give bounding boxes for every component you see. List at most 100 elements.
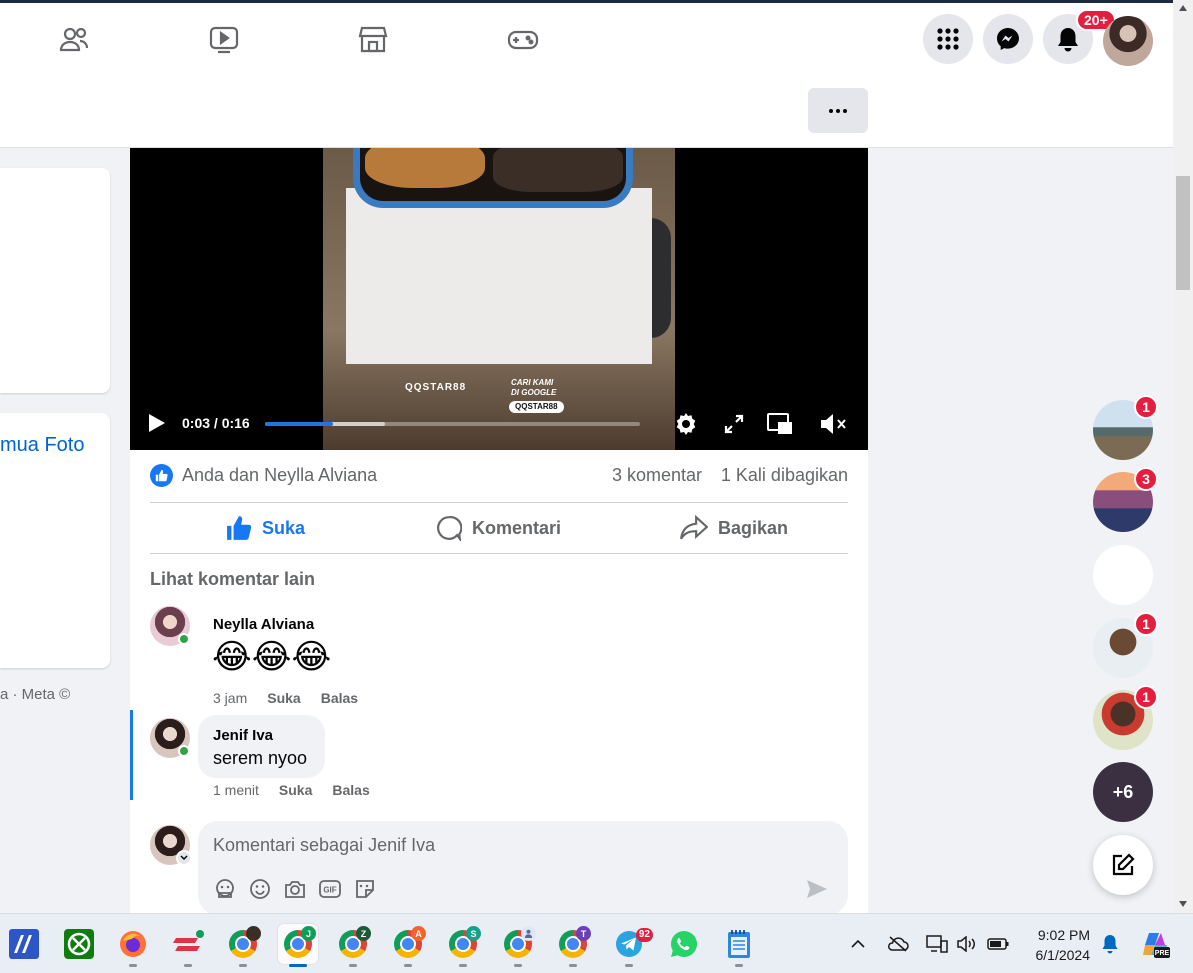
see-all-photos-link[interactable]: mua Foto bbox=[0, 434, 84, 457]
comment-composer[interactable]: Komentari sebagai Jenif Iva GIF bbox=[198, 821, 848, 915]
chrome-profile-avatar bbox=[246, 926, 261, 941]
bell-icon bbox=[1058, 28, 1078, 52]
video-player[interactable]: QQSTAR88 CARI KAMI DI GOOGLE QQSTAR88 0:0… bbox=[130, 148, 868, 450]
more-chats-button[interactable]: +6 bbox=[1093, 762, 1153, 822]
comment-text: serem nyoo bbox=[213, 748, 308, 768]
camera-icon[interactable] bbox=[283, 877, 307, 901]
video-scene-food bbox=[365, 148, 485, 188]
taskbar-app-chrome-guest[interactable] bbox=[498, 924, 538, 967]
fullscreen-button[interactable] bbox=[720, 410, 748, 438]
running-indicator bbox=[735, 964, 743, 967]
video-progress-bar[interactable] bbox=[265, 422, 640, 426]
active-thread-indicator bbox=[130, 710, 133, 800]
system-clock[interactable]: 9:02 PM 6/1/2024 bbox=[1026, 925, 1091, 965]
comment-input-placeholder[interactable]: Komentari sebagai Jenif Iva bbox=[213, 835, 435, 856]
taskbar-app-telegram[interactable]: 92 bbox=[609, 924, 653, 967]
more-dot-icon bbox=[836, 108, 840, 113]
chat-head[interactable] bbox=[1093, 545, 1153, 605]
notification-center-button[interactable] bbox=[1098, 934, 1122, 954]
play-button[interactable] bbox=[148, 412, 168, 434]
gif-icon[interactable]: GIF bbox=[318, 877, 342, 901]
gaming-icon[interactable] bbox=[507, 23, 539, 55]
commenter-name[interactable]: Jenif Iva bbox=[213, 727, 273, 744]
taskbar-app-chrome-t[interactable]: T bbox=[553, 924, 593, 967]
onedrive-tray-icon[interactable] bbox=[886, 934, 910, 954]
comment-like-button[interactable]: Suka bbox=[279, 782, 312, 798]
like-reaction-icon[interactable] bbox=[150, 464, 173, 487]
clock-time: 9:02 PM bbox=[1037, 927, 1090, 943]
telegram-unread-badge: 92 bbox=[635, 928, 653, 942]
chrome-profile-badge: Z bbox=[356, 926, 371, 941]
taskbar-app-chrome-j[interactable]: J bbox=[278, 924, 318, 967]
play-icon bbox=[149, 414, 165, 432]
comment-reply-button[interactable]: Balas bbox=[321, 690, 358, 706]
network-icon bbox=[926, 935, 948, 953]
comment-time[interactable]: 1 menit bbox=[213, 782, 259, 798]
taskbar-app-chrome[interactable] bbox=[223, 924, 263, 967]
comment-time[interactable]: 3 jam bbox=[213, 690, 247, 706]
svg-text:GIF: GIF bbox=[323, 886, 336, 895]
share-count[interactable]: 1 Kali dibagikan bbox=[721, 465, 848, 486]
emoji-icon[interactable] bbox=[248, 877, 272, 901]
chrome-profile-badge: T bbox=[576, 926, 591, 941]
avatar-sticker-icon[interactable] bbox=[213, 877, 237, 901]
copilot-button[interactable]: PRE bbox=[1140, 929, 1170, 959]
view-more-comments-link[interactable]: Lihat komentar lain bbox=[150, 569, 315, 590]
taskbar-app-express[interactable] bbox=[168, 924, 208, 967]
taskbar-app-notepad[interactable] bbox=[719, 924, 759, 967]
new-message-button[interactable] bbox=[1093, 835, 1153, 895]
chrome-profile-badge: A bbox=[411, 926, 426, 941]
video-promo-text: CARI KAMI DI GOOGLE bbox=[511, 378, 557, 397]
show-hidden-icons-button[interactable] bbox=[846, 934, 870, 954]
scroll-down-icon[interactable] bbox=[1178, 900, 1188, 908]
comment-like-button[interactable]: Suka bbox=[267, 690, 300, 706]
taskbar-app-maestro[interactable] bbox=[4, 924, 44, 964]
cloud-offline-icon bbox=[888, 936, 909, 952]
share-button[interactable]: Bagikan bbox=[680, 503, 788, 553]
taskbar-app-chrome-z[interactable]: Z bbox=[333, 924, 373, 967]
xbox-app-icon bbox=[64, 929, 94, 959]
messenger-button[interactable] bbox=[983, 14, 1033, 64]
menu-grid-button[interactable] bbox=[923, 14, 973, 64]
chrome-profile-avatar bbox=[521, 926, 536, 941]
scrollbar-thumb[interactable] bbox=[1176, 176, 1190, 290]
volume-tray-icon[interactable] bbox=[954, 934, 978, 954]
settings-button[interactable] bbox=[672, 410, 700, 438]
share-arrow-icon bbox=[680, 515, 708, 540]
mute-button[interactable] bbox=[819, 410, 847, 438]
copilot-icon: PRE bbox=[1143, 933, 1170, 958]
running-indicator bbox=[459, 964, 467, 967]
account-avatar[interactable] bbox=[1103, 16, 1153, 66]
send-icon[interactable] bbox=[805, 877, 829, 901]
like-button[interactable]: Suka bbox=[226, 503, 305, 553]
running-indicator bbox=[129, 964, 137, 967]
reaction-names[interactable]: Anda dan Neylla Alviana bbox=[182, 465, 377, 486]
share-label: Bagikan bbox=[718, 517, 789, 538]
friends-icon[interactable] bbox=[58, 23, 90, 55]
comment-count[interactable]: 3 komentar bbox=[612, 465, 702, 486]
profile-switch-button[interactable] bbox=[176, 850, 192, 866]
comment-reply-button[interactable]: Balas bbox=[332, 782, 369, 798]
page-scrollbar[interactable] bbox=[1173, 0, 1193, 913]
taskbar-app-firefox[interactable] bbox=[113, 924, 153, 967]
miniplayer-button[interactable] bbox=[766, 410, 794, 438]
video-scene-paper bbox=[346, 188, 652, 364]
commenter-name[interactable]: Neylla Alviana bbox=[213, 616, 314, 633]
watch-icon[interactable] bbox=[208, 23, 240, 55]
taskbar-app-chrome-s[interactable]: S bbox=[443, 924, 483, 967]
chrome-profile-badge: S bbox=[466, 926, 481, 941]
sticker-icon[interactable] bbox=[353, 877, 377, 901]
taskbar-app-chrome-a[interactable]: A bbox=[388, 924, 428, 967]
taskbar-app-xbox[interactable] bbox=[59, 924, 99, 964]
battery-tray-icon[interactable] bbox=[986, 934, 1010, 954]
taskbar-app-whatsapp[interactable] bbox=[664, 924, 704, 964]
more-options-button[interactable] bbox=[808, 88, 868, 133]
network-tray-icon[interactable] bbox=[925, 934, 949, 954]
marketplace-icon[interactable] bbox=[357, 23, 389, 55]
chevron-down-icon bbox=[180, 855, 188, 861]
comment-button[interactable]: Komentari bbox=[436, 503, 561, 553]
running-indicator bbox=[514, 964, 522, 967]
scroll-up-icon[interactable] bbox=[1178, 4, 1188, 12]
post-header-bar bbox=[0, 74, 1173, 148]
clock-date: 6/1/2024 bbox=[1035, 947, 1091, 963]
